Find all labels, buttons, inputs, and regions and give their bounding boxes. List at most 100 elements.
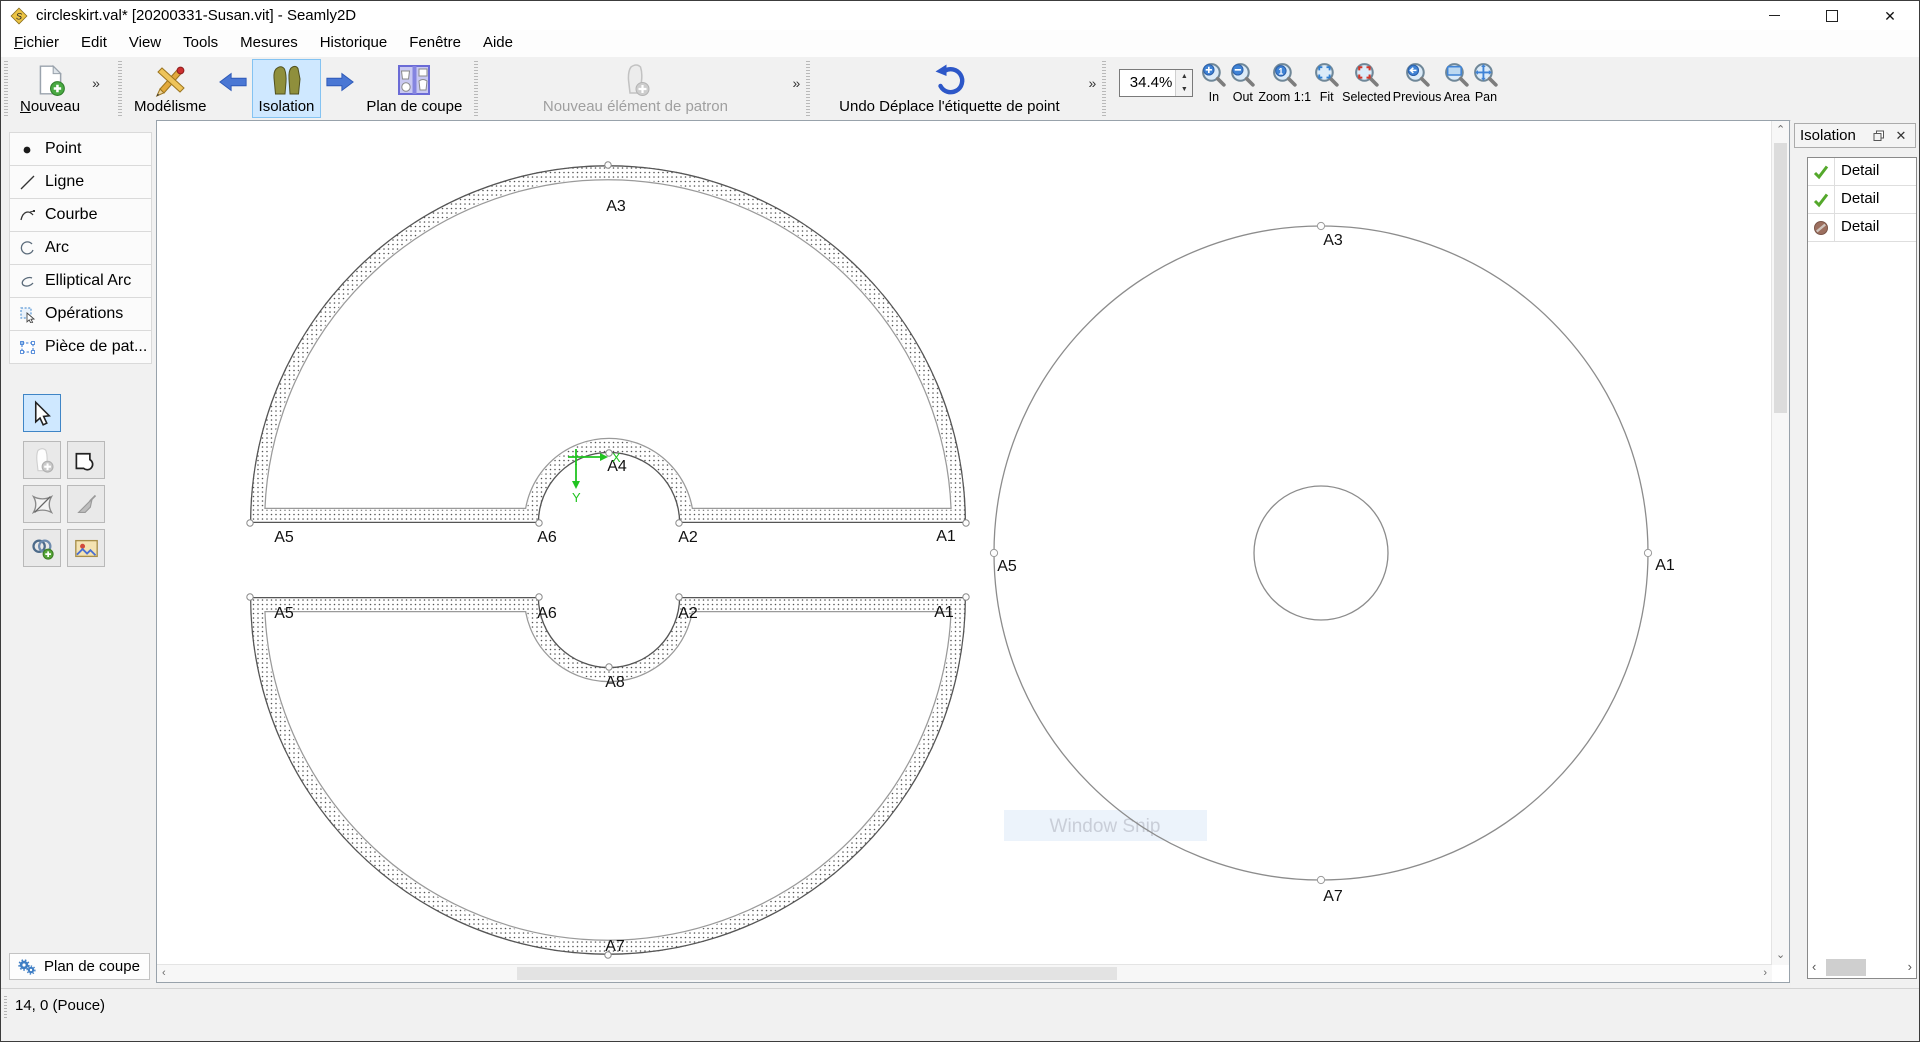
sidebar-group-piece-de-patron[interactable]: Pièce de pat... bbox=[9, 330, 152, 364]
operations-icon bbox=[19, 306, 36, 323]
toolbar-grip[interactable] bbox=[4, 61, 8, 116]
toolbar-grip[interactable] bbox=[806, 61, 810, 116]
toolbar-grip[interactable] bbox=[1102, 61, 1106, 116]
union-shape-icon bbox=[73, 447, 100, 474]
menu-view[interactable]: View bbox=[118, 30, 172, 57]
check-icon bbox=[1813, 192, 1829, 208]
new-document-button[interactable]: Nouveau bbox=[13, 59, 87, 118]
undo-icon bbox=[932, 63, 966, 97]
point-label: A1 bbox=[934, 604, 954, 621]
canvas-horizontal-scrollbar[interactable]: ‹ › bbox=[157, 964, 1772, 982]
zoom-area-button[interactable]: Area bbox=[1443, 59, 1470, 118]
menu-aide[interactable]: Aide bbox=[472, 30, 524, 57]
zoom-value[interactable]: 34.4% bbox=[1120, 70, 1175, 96]
scroll-up-icon[interactable]: ⌃ bbox=[1776, 125, 1785, 136]
scroll-down-icon[interactable]: ⌄ bbox=[1776, 950, 1785, 961]
zoom-spinbox[interactable]: 34.4% ▲ ▼ bbox=[1119, 69, 1193, 97]
zoom-previous-button[interactable]: Previous bbox=[1393, 59, 1442, 118]
axis-y-label: Y bbox=[572, 490, 581, 505]
previous-piece-arrow-icon[interactable] bbox=[218, 69, 248, 95]
statusbar-grip-icon bbox=[4, 996, 7, 1018]
next-piece-arrow-icon[interactable] bbox=[325, 69, 355, 95]
point-label: A3 bbox=[606, 198, 626, 215]
zoom-1-1-button[interactable]: 1 Zoom 1:1 bbox=[1258, 59, 1311, 118]
detail-row[interactable]: Detail bbox=[1808, 158, 1916, 186]
scroll-left-icon[interactable]: ‹ bbox=[162, 968, 166, 979]
select-tool-button[interactable] bbox=[23, 394, 61, 432]
zoom-out-button[interactable]: Out bbox=[1229, 59, 1256, 118]
point-label: A6 bbox=[537, 529, 557, 546]
sidebar-group-ligne[interactable]: Ligne bbox=[9, 165, 152, 199]
insert-nodes-tool-button[interactable] bbox=[23, 485, 61, 523]
image-tool-button[interactable] bbox=[67, 529, 105, 567]
sidebar-group-courbe[interactable]: Courbe bbox=[9, 198, 152, 232]
pan-button[interactable]: Pan bbox=[1472, 59, 1499, 118]
visibility-toggle[interactable] bbox=[1808, 214, 1835, 241]
new-document-icon bbox=[33, 63, 67, 97]
svg-text:S: S bbox=[16, 11, 22, 21]
zoom-selected-button[interactable]: Selected bbox=[1342, 59, 1391, 118]
visibility-toggle[interactable] bbox=[1808, 158, 1835, 185]
undo-button[interactable]: Undo Déplace l'étiquette de point bbox=[832, 59, 1067, 118]
zoom-spin-up-icon[interactable]: ▲ bbox=[1176, 70, 1192, 83]
toolbar-grip[interactable] bbox=[474, 61, 478, 116]
menu-fenetre[interactable]: Fenêtre bbox=[398, 30, 472, 57]
menu-fichier[interactable]: Fichier bbox=[3, 30, 70, 57]
zoom-in-button[interactable]: In bbox=[1200, 59, 1227, 118]
new-pattern-piece-icon bbox=[618, 63, 652, 97]
detail-row[interactable]: Detail bbox=[1808, 186, 1916, 214]
close-icon: ✕ bbox=[1884, 9, 1896, 23]
pattern-piece-top[interactable]: A3 A5 A6 A4 A2 A1 X Y bbox=[247, 162, 969, 546]
modelisme-label: Modélisme bbox=[134, 98, 207, 115]
sidebar-group-operations[interactable]: Opérations bbox=[9, 297, 152, 331]
menu-tools[interactable]: Tools bbox=[172, 30, 229, 57]
scrollbar-thumb[interactable] bbox=[1774, 143, 1787, 413]
detail-list-scrollbar[interactable]: ‹ › bbox=[1808, 957, 1916, 978]
maximize-icon bbox=[1826, 10, 1838, 22]
scroll-left-icon[interactable]: ‹ bbox=[1812, 960, 1816, 973]
sidebar-group-point[interactable]: Point bbox=[9, 132, 152, 166]
detail-label[interactable]: Detail bbox=[1835, 158, 1879, 185]
new-pattern-piece-label: Nouveau élément de patron bbox=[543, 98, 728, 115]
scrollbar-thumb[interactable] bbox=[1826, 959, 1866, 976]
menu-edit[interactable]: Edit bbox=[70, 30, 118, 57]
modelisme-icon bbox=[153, 63, 187, 97]
scroll-right-icon[interactable]: › bbox=[1908, 960, 1912, 973]
maximize-button[interactable] bbox=[1803, 1, 1861, 30]
float-panel-button[interactable] bbox=[1870, 127, 1888, 145]
isolation-mode-button[interactable]: Isolation bbox=[252, 59, 322, 118]
plan-de-coupe-panel-button[interactable]: Plan de coupe bbox=[9, 953, 150, 980]
visibility-toggle[interactable] bbox=[1808, 186, 1835, 213]
close-button[interactable]: ✕ bbox=[1861, 1, 1919, 30]
overflow-chevron-icon[interactable]: » bbox=[790, 75, 804, 91]
isolation-panel-header[interactable]: Isolation ✕ bbox=[1794, 123, 1916, 148]
detail-label[interactable]: Detail bbox=[1835, 186, 1879, 213]
minimize-button[interactable] bbox=[1745, 1, 1803, 30]
menu-historique[interactable]: Historique bbox=[309, 30, 399, 57]
overflow-chevron-icon[interactable]: » bbox=[1086, 75, 1100, 91]
plan-de-coupe-mode-button[interactable]: Plan de coupe bbox=[359, 59, 469, 118]
sidebar-group-elliptical-arc[interactable]: Elliptical Arc bbox=[9, 264, 152, 298]
modelisme-mode-button[interactable]: Modélisme bbox=[127, 59, 214, 118]
seamly2d-app-icon: S bbox=[10, 7, 28, 25]
new-pattern-piece-button: Nouveau élément de patron bbox=[536, 59, 735, 118]
zoom-spin-down-icon[interactable]: ▼ bbox=[1176, 83, 1192, 96]
detail-row[interactable]: Detail bbox=[1808, 214, 1916, 242]
scrollbar-thumb[interactable] bbox=[517, 967, 1117, 980]
sidebar-group-arc[interactable]: Arc bbox=[9, 231, 152, 265]
canvas-vertical-scrollbar[interactable]: ⌃ ⌄ bbox=[1771, 121, 1789, 965]
detail-label[interactable]: Detail bbox=[1835, 214, 1879, 241]
overflow-chevron-icon[interactable]: » bbox=[89, 75, 103, 91]
close-panel-button[interactable]: ✕ bbox=[1892, 127, 1910, 145]
circle-piece[interactable]: A3 A5 A1 A7 bbox=[990, 222, 1674, 905]
zoom-fit-button[interactable]: Fit bbox=[1313, 59, 1340, 118]
point-label: A7 bbox=[1323, 888, 1343, 905]
scroll-right-icon[interactable]: › bbox=[1763, 968, 1767, 979]
group-tool-button[interactable] bbox=[23, 529, 61, 567]
union-tool-button[interactable] bbox=[67, 441, 105, 479]
drawing-canvas[interactable]: Window Snip A3 A5 A6 A4 bbox=[156, 120, 1790, 983]
pattern-piece-bottom[interactable]: A5 A6 A2 A1 A8 A7 bbox=[247, 594, 969, 958]
zoom-selected-label: Selected bbox=[1342, 90, 1391, 104]
toolbar-grip[interactable] bbox=[118, 61, 122, 116]
menu-mesures[interactable]: Mesures bbox=[229, 30, 309, 57]
